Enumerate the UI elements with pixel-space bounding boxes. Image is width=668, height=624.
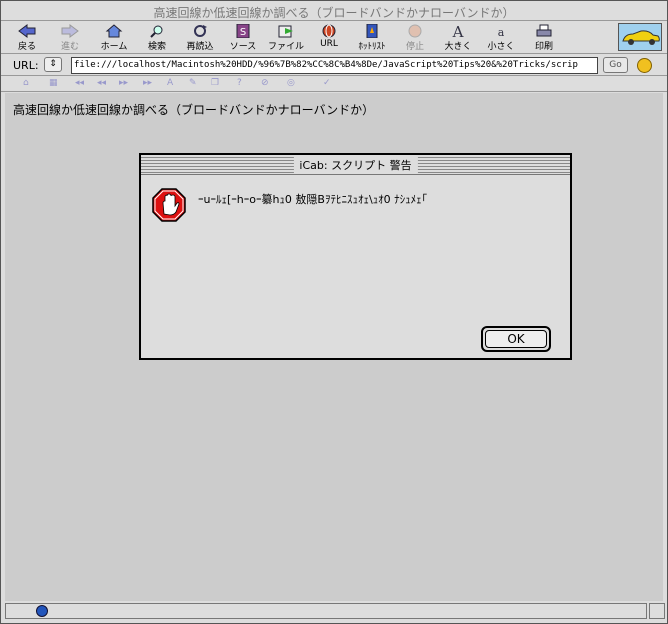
printer-icon bbox=[535, 24, 553, 38]
status-bar bbox=[5, 603, 647, 619]
toolbar: 戻る 進む ホーム 検索 再読込 S ソース ファイル URL ﾎｯﾄﾘｽﾄ 停… bbox=[1, 21, 667, 54]
icab-logo[interactable] bbox=[618, 23, 662, 51]
svg-text:S: S bbox=[240, 27, 246, 38]
url-field[interactable]: file:///localhost/Macintosh%20HDD/%96%7B… bbox=[71, 57, 598, 74]
ok-button[interactable]: OK bbox=[481, 326, 551, 352]
stop-hand-icon bbox=[152, 188, 186, 222]
file-button[interactable]: ファイル bbox=[268, 23, 304, 53]
globe-icon bbox=[320, 24, 338, 38]
file-icon bbox=[277, 24, 295, 38]
text-smaller-button[interactable]: a 小さく bbox=[483, 23, 519, 53]
forward-button[interactable]: 進む bbox=[52, 23, 88, 53]
title-bar[interactable]: 高速回線か低速回線か調べる（ブロードバンドかナローバンドか） bbox=[1, 1, 667, 21]
resize-handle[interactable] bbox=[649, 603, 665, 619]
nav-help-icon[interactable]: ? bbox=[237, 78, 247, 88]
print-button[interactable]: 印刷 bbox=[526, 23, 562, 53]
search-button[interactable]: 検索 bbox=[139, 23, 175, 53]
back-button[interactable]: 戻る bbox=[9, 23, 45, 53]
hotlist-icon bbox=[363, 23, 381, 39]
text-larger-icon: A bbox=[449, 23, 467, 41]
stop-icon bbox=[406, 24, 424, 38]
reload-button[interactable]: 再読込 bbox=[182, 23, 218, 53]
ok-button-label: OK bbox=[485, 330, 547, 348]
navigation-row: ⌂ ▦ ◂◂ ◂◂ ▸▸ ▸▸ A ✎ ❐ ? ⊘ ◎ ✓ bbox=[1, 76, 667, 92]
window-title: 高速回線か低速回線か調べる（ブロードバンドかナローバンドか） bbox=[153, 6, 515, 20]
home-button[interactable]: ホーム bbox=[96, 23, 132, 53]
go-button[interactable]: Go bbox=[603, 57, 628, 73]
nav-stop-icon[interactable]: ⊘ bbox=[261, 78, 271, 88]
smiley-icon[interactable] bbox=[637, 58, 652, 73]
svg-text:A: A bbox=[452, 24, 464, 38]
nav-last-icon[interactable]: ▸▸ bbox=[143, 78, 153, 88]
svg-text:a: a bbox=[498, 26, 505, 38]
reload-icon bbox=[191, 24, 209, 38]
stop-button[interactable]: 停止 bbox=[397, 23, 433, 53]
nav-copy-icon[interactable]: ❐ bbox=[211, 78, 221, 88]
nav-next-icon[interactable]: ▸▸ bbox=[119, 78, 129, 88]
dialog-title-bar[interactable]: iCab: スクリプト 警告 bbox=[141, 155, 570, 175]
alert-dialog: iCab: スクリプト 警告 ｰuｰﾙｪ[ｰhｰoｰ纂hｭ0 敖隠Bｦﾃﾋﾆｽｭ… bbox=[139, 153, 572, 360]
dialog-title: iCab: スクリプト 警告 bbox=[293, 157, 418, 173]
nav-font-icon[interactable]: A bbox=[167, 78, 177, 88]
hotlist-button[interactable]: ﾎｯﾄﾘｽﾄ bbox=[354, 23, 390, 53]
text-smaller-icon: a bbox=[492, 24, 510, 39]
nav-prev-icon[interactable]: ◂◂ bbox=[97, 78, 107, 88]
nav-globe-icon[interactable]: ◎ bbox=[287, 78, 297, 88]
url-bar: URL: ⇕ file:///localhost/Macintosh%20HDD… bbox=[1, 54, 667, 76]
text-larger-button[interactable]: A 大きく bbox=[440, 23, 476, 53]
url-button[interactable]: URL bbox=[311, 23, 347, 53]
forward-arrow-icon bbox=[61, 24, 79, 38]
source-button[interactable]: S ソース bbox=[225, 23, 261, 53]
magnifier-icon bbox=[148, 24, 166, 38]
dialog-message: ｰuｰﾙｪ[ｰhｰoｰ纂hｭ0 敖隠Bｦﾃﾋﾆｽｭｵｪ\ｭｵ0 ﾅｼｭﾒｪ｢ bbox=[198, 193, 428, 206]
nav-first-icon[interactable]: ◂◂ bbox=[75, 78, 85, 88]
page-heading: 高速回線か低速回線か調べる（ブロードバンドかナローバンドか） bbox=[13, 103, 375, 117]
url-label: URL: bbox=[13, 59, 39, 72]
nav-check-icon[interactable]: ✓ bbox=[323, 78, 333, 88]
nav-grid-icon[interactable]: ▦ bbox=[49, 78, 59, 88]
nav-home-icon[interactable]: ⌂ bbox=[23, 78, 33, 88]
source-icon: S bbox=[234, 23, 252, 39]
car-icon bbox=[622, 30, 660, 45]
status-globe-icon bbox=[36, 605, 48, 617]
history-stepper[interactable]: ⇕ bbox=[44, 57, 62, 72]
home-icon bbox=[105, 24, 123, 38]
back-arrow-icon bbox=[18, 24, 36, 38]
nav-edit-icon[interactable]: ✎ bbox=[189, 78, 199, 88]
browser-window: 高速回線か低速回線か調べる（ブロードバンドかナローバンドか） 戻る 進む ホーム… bbox=[0, 0, 668, 624]
